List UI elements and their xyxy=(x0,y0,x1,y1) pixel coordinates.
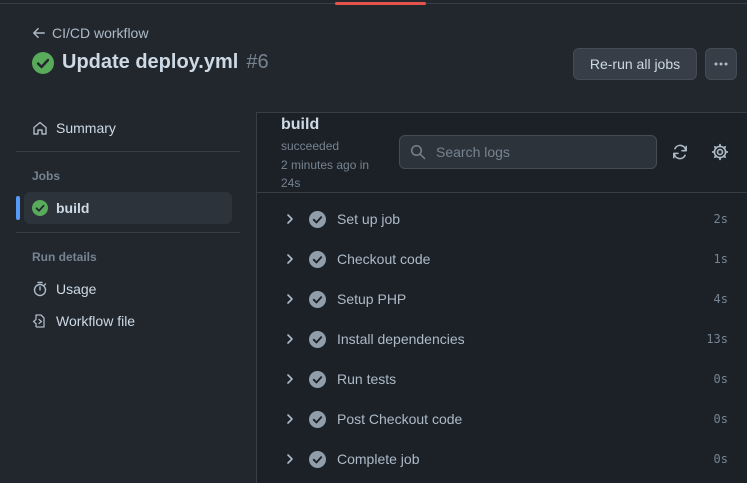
job-title: build xyxy=(281,116,320,133)
chevron-right-icon xyxy=(287,294,293,304)
step-row[interactable]: Set up job 2s xyxy=(257,199,747,239)
stopwatch-icon xyxy=(33,281,47,297)
job-status: succeeded xyxy=(281,139,340,153)
sidebar-item-label: build xyxy=(56,200,90,216)
step-row[interactable]: Install dependencies 13s xyxy=(257,319,747,359)
success-check-icon xyxy=(32,200,48,216)
chevron-right-icon xyxy=(287,414,293,424)
run-number: #6 xyxy=(246,51,269,73)
file-code-icon xyxy=(32,314,45,328)
gear-icon[interactable] xyxy=(711,143,729,161)
sidebar-item-label: Summary xyxy=(56,120,116,136)
step-row[interactable]: Complete job 0s xyxy=(257,439,747,479)
step-label: Run tests xyxy=(337,371,397,387)
step-label: Post Checkout code xyxy=(337,411,463,427)
job-header: build succeeded 2 minutes ago in 24s xyxy=(257,113,747,193)
chevron-right-icon xyxy=(287,254,293,264)
run-details-heading: Run details xyxy=(32,250,97,264)
step-label: Install dependencies xyxy=(337,331,465,347)
step-duration: 2s xyxy=(713,212,728,226)
step-row[interactable]: Setup PHP 4s xyxy=(257,279,747,319)
step-label: Set up job xyxy=(337,211,401,227)
step-success-icon xyxy=(309,330,326,348)
step-success-icon xyxy=(309,210,326,228)
step-success-icon xyxy=(309,410,326,428)
arrow-left-icon xyxy=(33,27,45,39)
step-label: Complete job xyxy=(337,451,420,467)
step-row[interactable]: Post Checkout code 0s xyxy=(257,399,747,439)
sync-icon[interactable] xyxy=(671,143,689,161)
sidebar-divider xyxy=(16,151,240,152)
search-logs-input[interactable] xyxy=(434,143,638,161)
active-indicator xyxy=(16,196,20,220)
step-duration: 13s xyxy=(706,332,728,346)
step-list: Set up job 2s Checkout code 1s Setup PHP… xyxy=(257,199,747,479)
kebab-horizontal-icon xyxy=(714,62,728,66)
step-success-icon xyxy=(309,250,326,268)
chevron-right-icon xyxy=(287,334,293,344)
step-row[interactable]: Checkout code 1s xyxy=(257,239,747,279)
step-label: Setup PHP xyxy=(337,291,407,307)
sidebar-item-usage[interactable]: Usage xyxy=(24,273,232,305)
top-progress-line xyxy=(0,0,747,5)
search-logs-field[interactable] xyxy=(399,135,657,169)
sidebar-divider xyxy=(16,232,240,233)
more-options-button[interactable] xyxy=(705,48,737,80)
back-link-label: CI/CD workflow xyxy=(52,25,149,41)
sidebar-item-summary[interactable]: Summary xyxy=(24,112,232,144)
success-check-icon xyxy=(32,51,54,74)
sidebar-item-label: Usage xyxy=(56,281,97,297)
step-duration: 0s xyxy=(713,412,728,426)
step-duration: 0s xyxy=(713,452,728,466)
back-link[interactable]: CI/CD workflow xyxy=(32,24,148,42)
rerun-all-jobs-button[interactable]: Re-run all jobs xyxy=(573,48,697,80)
sidebar-item-build[interactable]: build xyxy=(24,192,232,224)
sidebar-item-workflow-file[interactable]: Workflow file xyxy=(24,305,232,337)
chevron-right-icon xyxy=(287,454,293,464)
run-title: Update deploy.yml xyxy=(62,51,239,73)
sidebar-item-label: Workflow file xyxy=(56,313,136,329)
step-success-icon xyxy=(309,450,326,468)
jobs-heading: Jobs xyxy=(32,169,61,183)
page-title: Update deploy.yml #6 xyxy=(32,51,269,74)
chevron-right-icon xyxy=(287,374,293,384)
step-success-icon xyxy=(309,290,326,308)
job-time: 2 minutes ago in 24s xyxy=(281,158,370,190)
step-duration: 1s xyxy=(713,252,728,266)
step-row[interactable]: Run tests 0s xyxy=(257,359,747,399)
step-duration: 4s xyxy=(713,292,728,306)
job-panel: build succeeded 2 minutes ago in 24s Set… xyxy=(256,112,747,483)
top-accent-bar xyxy=(335,2,426,5)
chevron-right-icon xyxy=(287,214,293,224)
search-icon xyxy=(410,144,426,160)
step-duration: 0s xyxy=(713,372,728,386)
step-label: Checkout code xyxy=(337,251,431,267)
home-icon xyxy=(33,121,47,135)
step-success-icon xyxy=(309,370,326,388)
